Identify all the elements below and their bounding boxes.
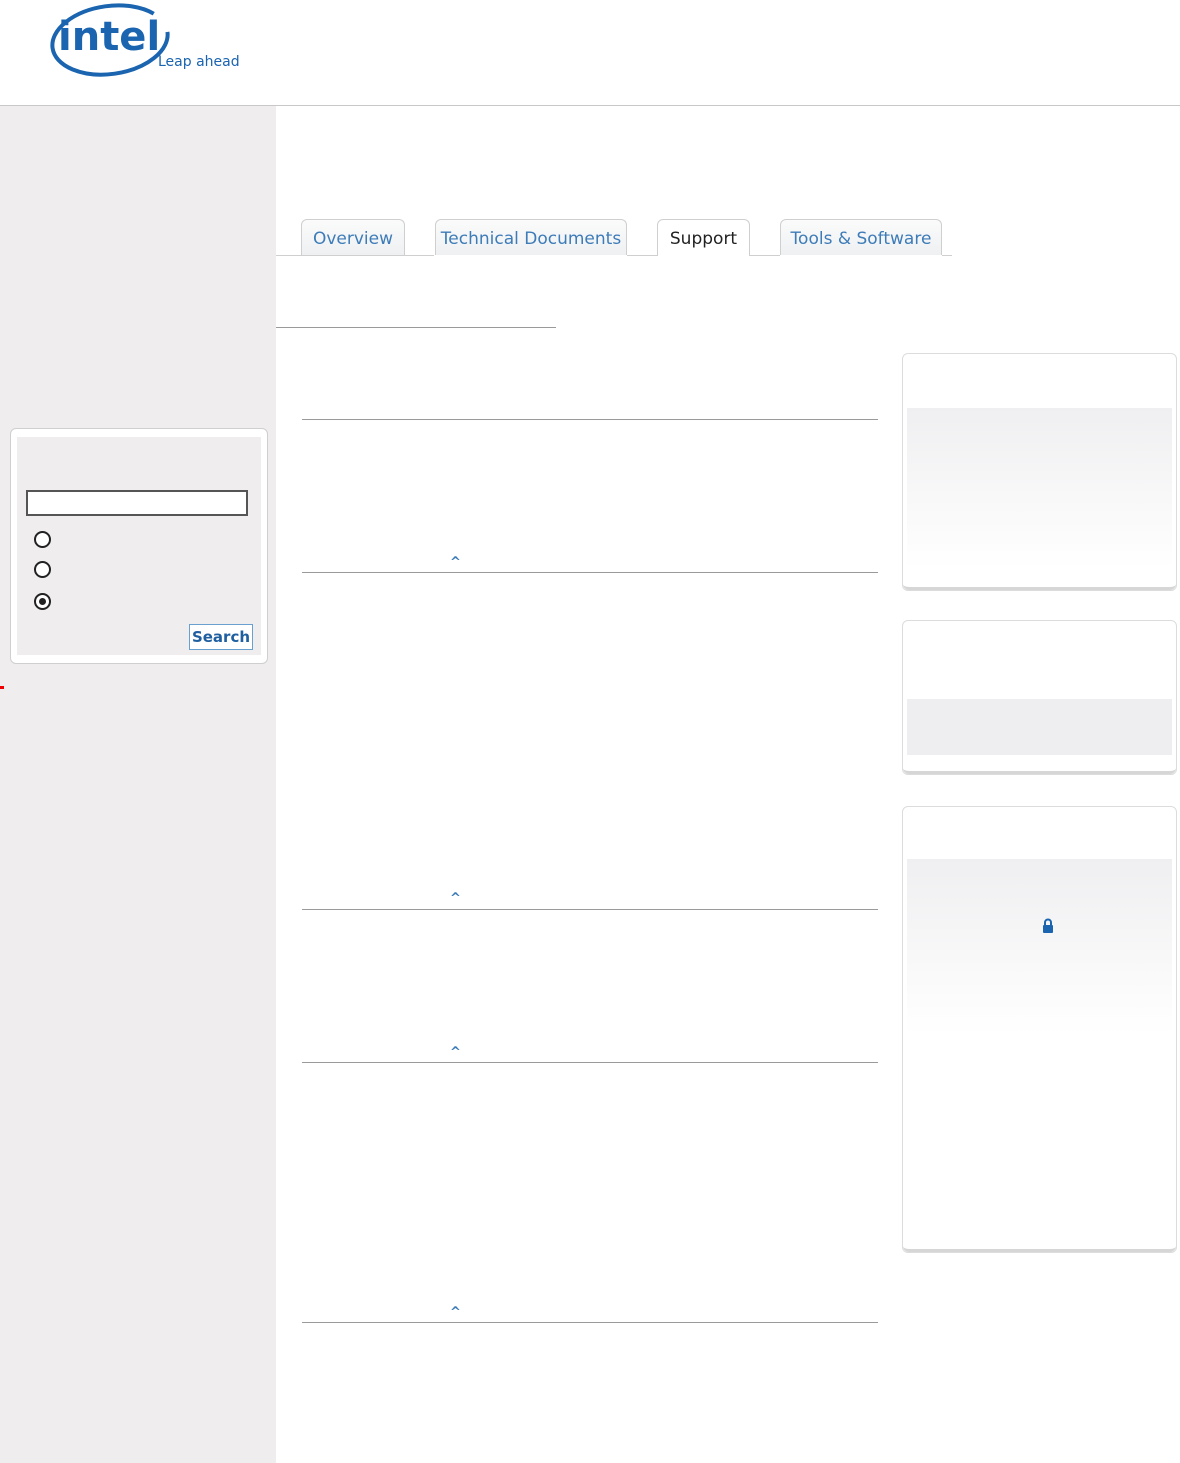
section-divider [302,419,878,420]
search-scope-radio-3[interactable] [34,593,51,610]
logo-tagline: Leap ahead [158,54,240,70]
tab-tools-software[interactable]: Tools & Software [780,219,942,255]
right-panel-3 [902,806,1177,1253]
search-panel-body [17,437,261,655]
section-divider [302,1062,878,1063]
back-to-top-link[interactable]: ^ [450,1305,461,1320]
panel-body [907,859,1172,1034]
panel-footer [903,583,1176,590]
tab-underline [942,255,952,256]
lock-icon [1043,918,1053,933]
right-panel-2 [902,620,1177,775]
right-panel-1 [902,353,1177,591]
tab-overview[interactable]: Overview [301,219,405,255]
panel-body [907,699,1172,755]
search-panel: Search [10,428,268,664]
panel-footer [903,767,1176,774]
back-to-top-link[interactable]: ^ [450,1045,461,1060]
section-divider [302,572,878,573]
back-to-top-link[interactable]: ^ [450,891,461,906]
tab-bar: Overview Technical Documents Support Too… [276,219,1180,259]
back-to-top-link[interactable]: ^ [450,555,461,570]
logo-wordmark: intel [58,14,160,60]
search-input[interactable] [26,490,248,516]
search-button[interactable]: Search [189,624,253,650]
section-divider [302,909,878,910]
tab-underline [414,255,434,256]
section-divider [302,1322,878,1323]
panel-body [907,408,1172,568]
marker [0,686,4,689]
subheading-divider [276,327,556,328]
tab-technical-documents[interactable]: Technical Documents [435,219,627,255]
tab-underline [627,255,657,256]
tab-support[interactable]: Support [657,219,750,256]
tab-underline [750,255,780,256]
left-sidebar [0,106,276,1463]
intel-logo[interactable]: intel Leap ahead [48,0,258,90]
search-scope-radio-1[interactable] [34,531,51,548]
panel-footer [903,1245,1176,1252]
search-scope-radio-2[interactable] [34,561,51,578]
